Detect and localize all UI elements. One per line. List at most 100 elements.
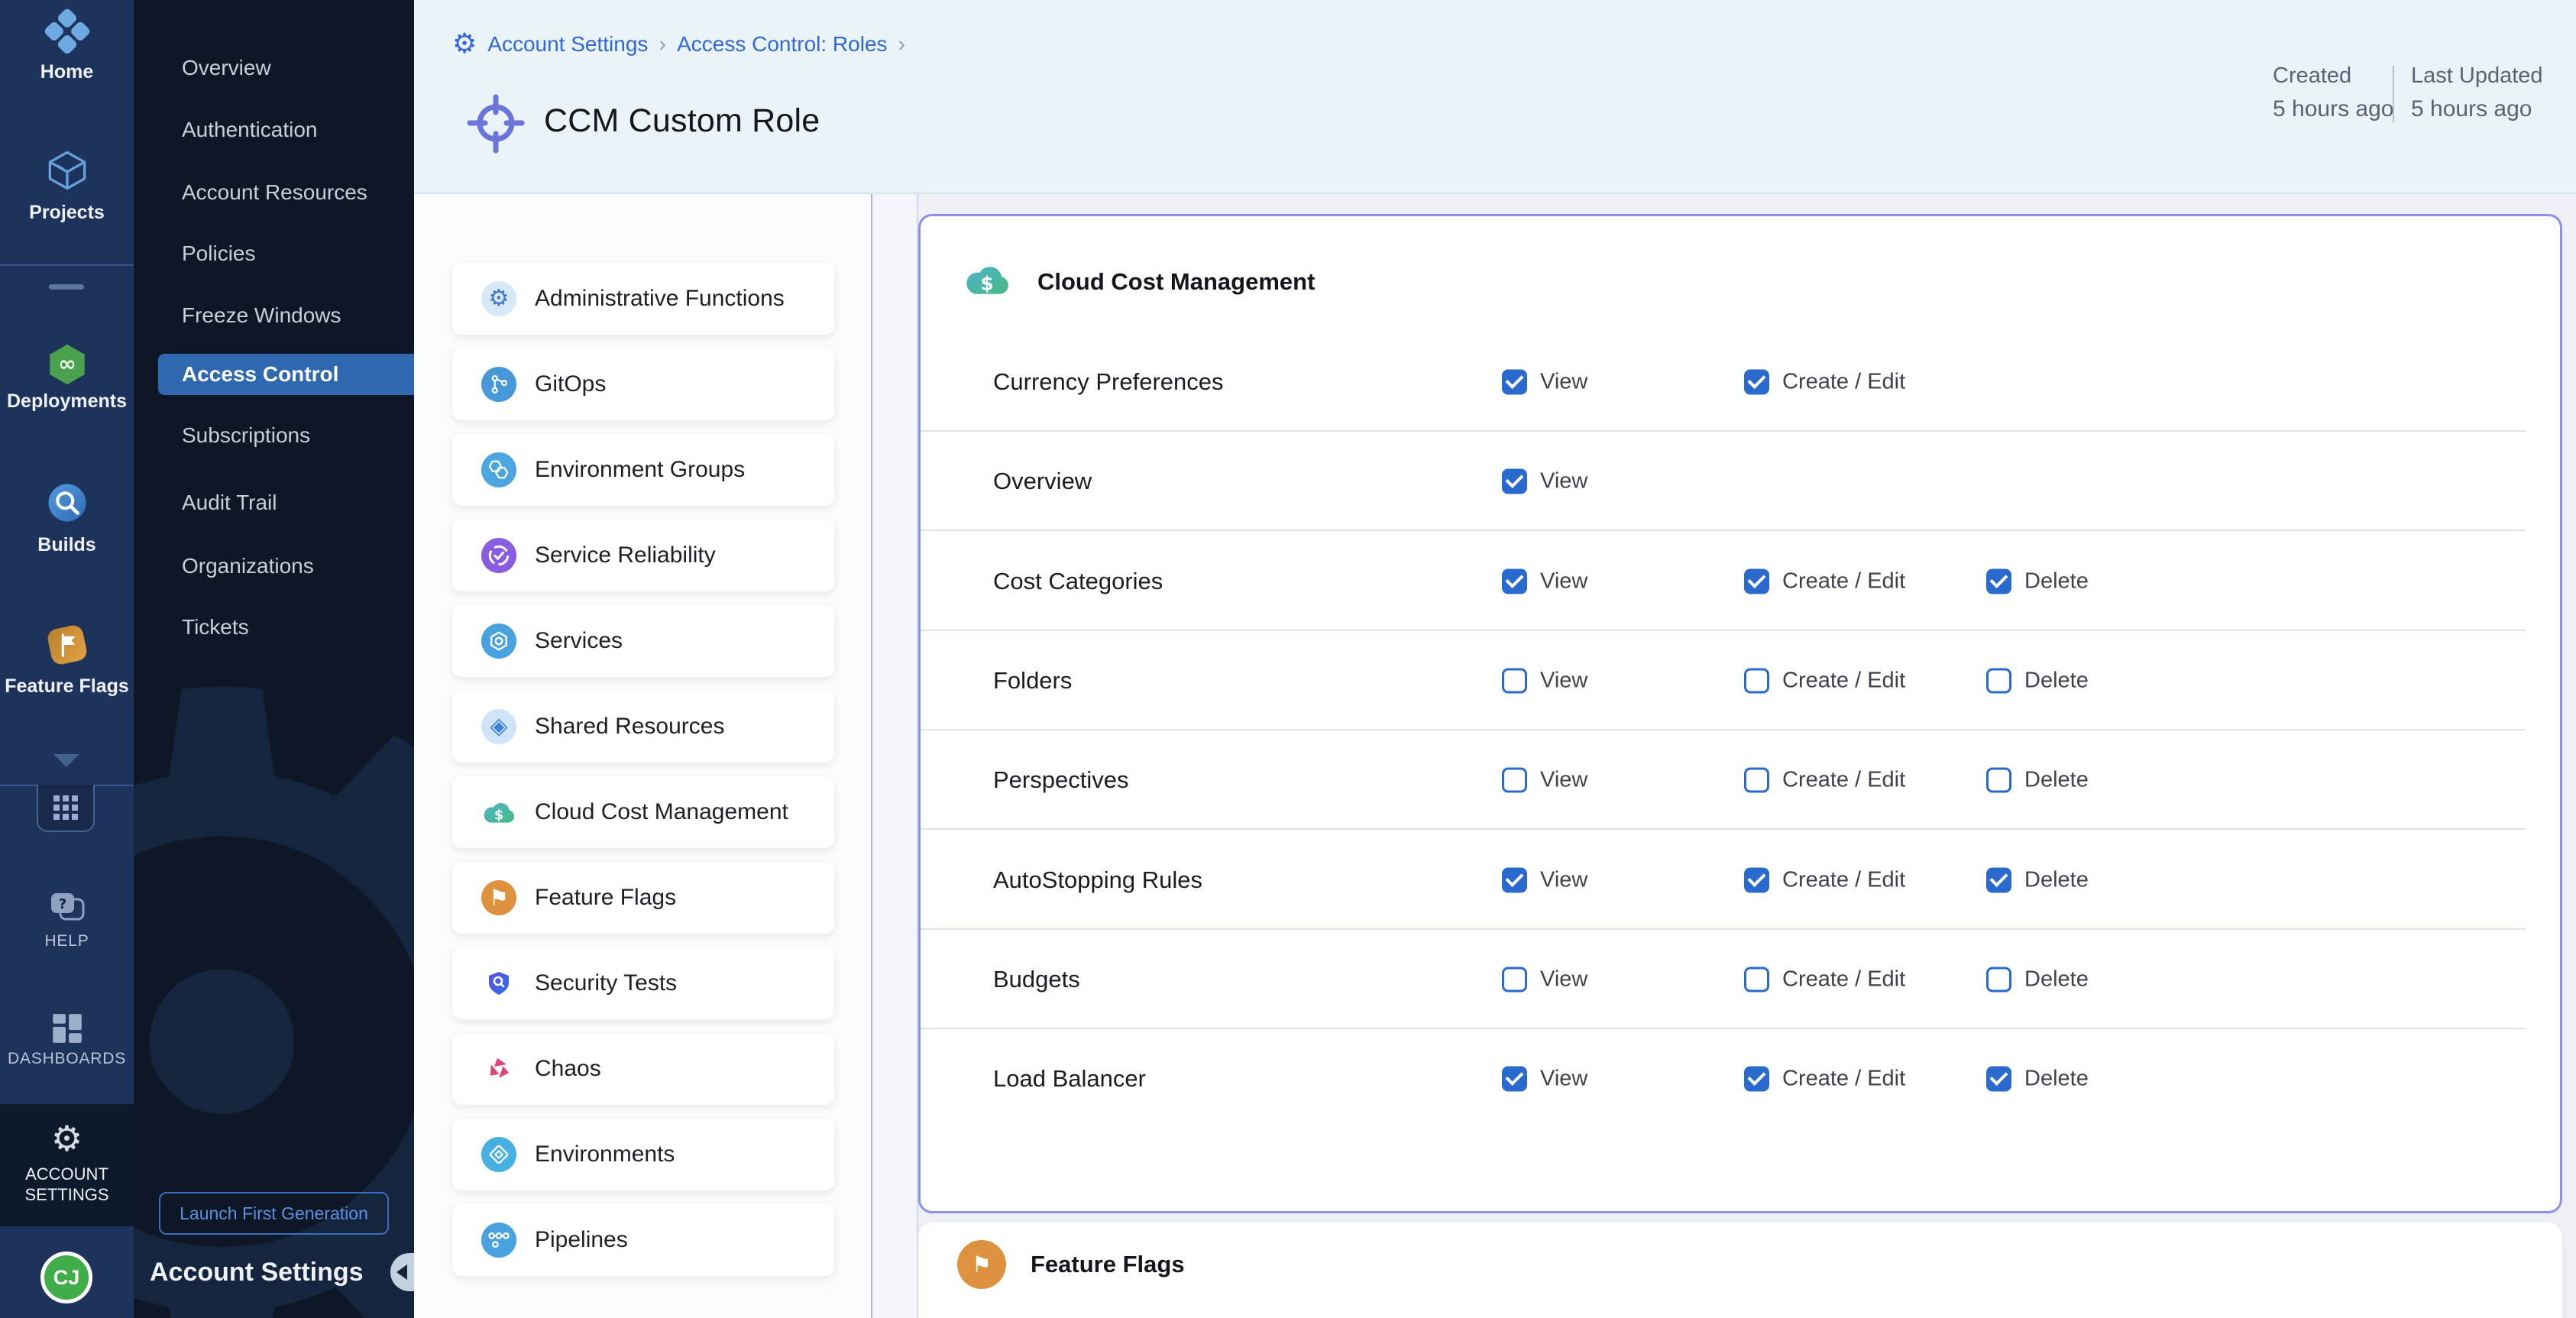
permission-view[interactable]: View [1502,370,1587,395]
module-label-feature-flags[interactable]: Feature Flags [0,675,134,698]
checkbox-unchecked[interactable] [1744,668,1769,693]
nav-item-freeze-windows[interactable]: Freeze Windows [134,295,414,336]
nav-item-tickets[interactable]: Tickets [134,607,414,648]
permission-delete[interactable]: Delete [1986,668,2089,693]
resource-group-environment-groups[interactable]: Environment Groups [452,434,834,506]
checkbox-unchecked[interactable] [1502,768,1527,793]
checkbox-checked[interactable] [1502,370,1527,395]
checkbox-checked[interactable] [1986,1067,2011,1092]
resource-group-security-tests[interactable]: Security Tests [452,947,834,1019]
resource-group-services[interactable]: Services [452,605,834,677]
permission-create-edit[interactable]: Create / Edit [1744,768,1905,793]
diamond4-icon: ◈ [481,709,516,744]
created-value: 5 hours ago [2273,96,2393,122]
permission-create-edit[interactable]: Create / Edit [1744,867,1905,892]
nav-item-audit-trail[interactable]: Audit Trail [134,482,414,523]
column-splitter[interactable] [871,194,918,1318]
permission-view[interactable]: View [1502,469,1587,494]
collapse-nav-button[interactable] [390,1253,414,1291]
checkbox-checked[interactable] [1502,469,1527,494]
breadcrumb-account-settings[interactable]: Account Settings [487,32,648,57]
checkbox-unchecked[interactable] [1986,668,2011,693]
flag-circle-icon: ⚑ [481,880,516,915]
nav-item-account-resources[interactable]: Account Resources [134,172,414,213]
permission-create-edit[interactable]: Create / Edit [1744,568,1905,594]
checkbox-unchecked[interactable] [1502,668,1527,693]
checkbox-unchecked[interactable] [1986,967,2011,992]
resource-group-feature-flags[interactable]: ⚑Feature Flags [452,862,834,934]
dashboards-icon[interactable] [0,1011,134,1046]
nav-item-overview[interactable]: Overview [134,47,414,89]
gear-icon: ⚙ [51,1121,83,1156]
cube-icon[interactable] [0,148,134,193]
permission-delete[interactable]: Delete [1986,768,2089,793]
nav-item-subscriptions[interactable]: Subscriptions [134,415,414,456]
resource-group-administrative-functions[interactable]: ⚙Administrative Functions [452,263,834,335]
checkbox-unchecked[interactable] [1502,967,1527,992]
nav-item-access-control[interactable]: Access Control [158,354,414,395]
launch-first-generation-button[interactable]: Launch First Generation [159,1192,389,1235]
checkbox-unchecked[interactable] [1744,768,1769,793]
module-grid-button[interactable] [37,785,95,832]
dashboards-label[interactable]: DASHBOARDS [0,1050,134,1068]
nav-item-policies[interactable]: Policies [134,233,414,274]
permission-create-edit[interactable]: Create / Edit [1744,967,1905,992]
permission-view[interactable]: View [1502,668,1587,693]
permission-label: View [1540,1067,1587,1092]
help-label[interactable]: HELP [0,932,134,950]
permission-view[interactable]: View [1502,967,1587,992]
harness-logo-icon[interactable] [0,8,134,55]
permission-view[interactable]: View [1502,568,1587,594]
permission-delete[interactable]: Delete [1986,967,2089,992]
nav-item-organizations[interactable]: Organizations [134,546,414,587]
checkbox-checked[interactable] [1986,568,2011,594]
permission-create-edit[interactable]: Create / Edit [1744,1067,1905,1092]
resource-group-gitops[interactable]: GitOps [452,348,834,420]
permission-label: Create / Edit [1782,1067,1905,1092]
permission-delete[interactable]: Delete [1986,1067,2089,1092]
resource-group-label: Services [535,628,623,654]
checkbox-unchecked[interactable] [1986,768,2011,793]
checkbox-unchecked[interactable] [1744,967,1769,992]
module-label-deployments[interactable]: Deployments [0,390,134,413]
checkbox-checked[interactable] [1502,867,1527,892]
resource-group-cloud-cost-management[interactable]: $Cloud Cost Management [452,776,834,848]
resource-group-shared-resources[interactable]: ◈Shared Resources [452,691,834,763]
checkbox-checked[interactable] [1744,1067,1769,1092]
nav-item-authentication[interactable]: Authentication [134,109,414,151]
flag-tile-icon[interactable] [0,622,134,668]
permission-resource-label: Cost Categories [993,568,1163,595]
permission-label: Create / Edit [1782,967,1905,992]
module-label-projects[interactable]: Projects [0,202,134,224]
resource-group-service-reliability[interactable]: Service Reliability [452,520,834,591]
checkbox-checked[interactable] [1744,370,1769,395]
checkbox-checked[interactable] [1986,867,2011,892]
sidebar-item-account-settings[interactable]: ⚙ ACCOUNT SETTINGS [0,1104,134,1226]
last-updated-value: 5 hours ago [2411,96,2532,122]
resource-group-chaos[interactable]: Chaos [452,1033,834,1105]
chevron-down-icon[interactable] [53,754,79,767]
hex-infinity-icon[interactable]: ∞ [0,342,134,387]
module-label-builds[interactable]: Builds [0,534,134,556]
module-label-home[interactable]: Home [0,61,134,83]
permission-delete[interactable]: Delete [1986,867,2089,892]
checkbox-checked[interactable] [1744,867,1769,892]
resource-group-pipelines[interactable]: Pipelines [452,1204,834,1276]
permission-create-edit[interactable]: Create / Edit [1744,668,1905,693]
help-icon[interactable]: ? [0,891,134,926]
permission-view[interactable]: View [1502,867,1587,892]
permission-row-folders: FoldersViewCreate / EditDelete [921,631,2560,730]
checkbox-checked[interactable] [1502,1067,1527,1092]
permission-delete[interactable]: Delete [1986,568,2089,594]
permissions-main: $ Cloud Cost Management Currency Prefere… [918,194,2576,1318]
checkbox-checked[interactable] [1502,568,1527,594]
breadcrumb-access-control-roles[interactable]: Access Control: Roles [677,32,887,57]
module-rail: Home Projects ∞ Deployments Builds Feature Fl… [0,0,134,1318]
permission-view[interactable]: View [1502,1067,1587,1092]
permission-create-edit[interactable]: Create / Edit [1744,370,1905,395]
avatar[interactable]: CJ [40,1252,92,1303]
builds-icon[interactable] [0,481,134,525]
permission-view[interactable]: View [1502,768,1587,793]
resource-group-environments[interactable]: Environments [452,1119,834,1190]
checkbox-checked[interactable] [1744,568,1769,594]
